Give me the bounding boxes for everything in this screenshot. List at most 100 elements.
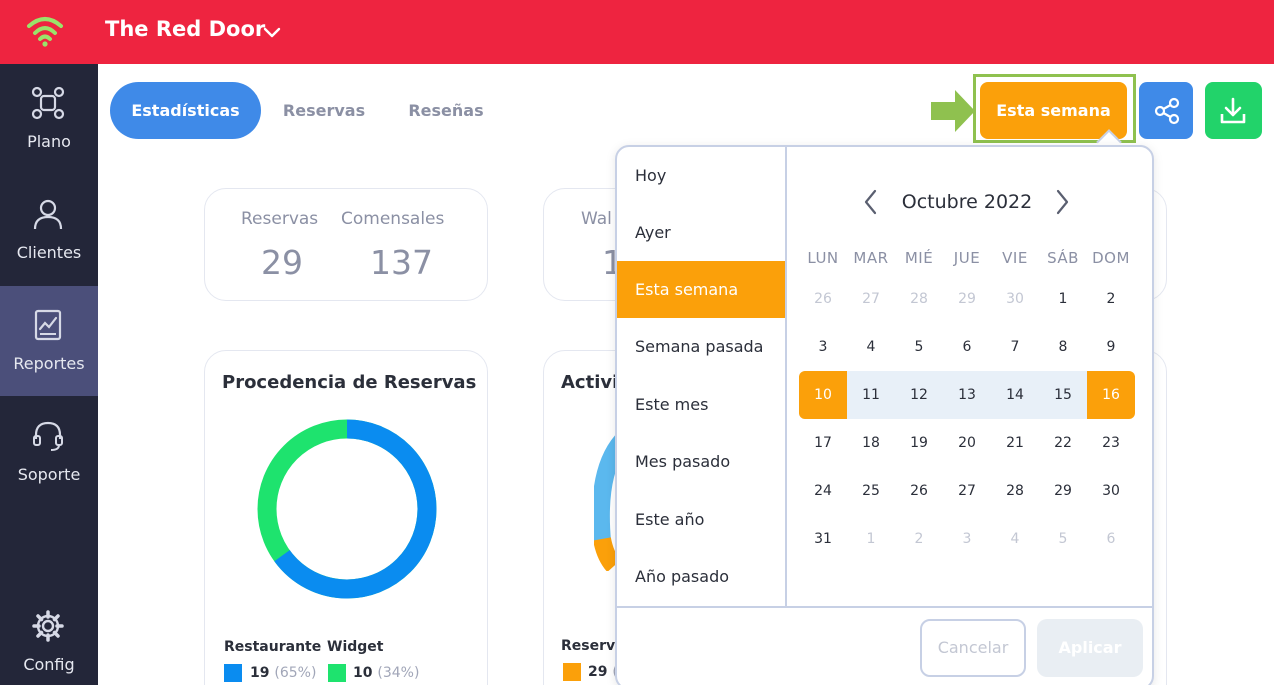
calendar-day: 26 bbox=[814, 291, 832, 307]
reservas-label: Reservas bbox=[241, 209, 319, 229]
calendar-day[interactable]: 27 bbox=[943, 467, 991, 515]
preset-ayer[interactable]: Ayer bbox=[617, 204, 785, 261]
donut-chart bbox=[257, 419, 437, 599]
calendar-day[interactable]: 11 bbox=[847, 371, 895, 419]
calendar-day: 30 bbox=[1006, 291, 1024, 307]
calendar-day[interactable]: 28 bbox=[991, 467, 1039, 515]
sidebar-item-reportes[interactable]: Reportes bbox=[0, 286, 98, 396]
calendar-day[interactable]: 3 bbox=[799, 323, 847, 371]
month-title: Octubre 2022 bbox=[901, 191, 1033, 213]
preset-hoy[interactable]: Hoy bbox=[617, 147, 785, 204]
weekday-label: DOM bbox=[1092, 249, 1130, 267]
calendar-day[interactable]: 25 bbox=[847, 467, 895, 515]
preset-esta-semana[interactable]: Esta semana bbox=[617, 261, 785, 318]
calendar-day[interactable]: 20 bbox=[943, 419, 991, 467]
share-button[interactable] bbox=[1139, 82, 1193, 139]
apply-button[interactable]: Aplicar bbox=[1037, 619, 1143, 677]
legend-value: 19 (65%) bbox=[250, 665, 317, 681]
report-icon bbox=[34, 309, 62, 341]
reservas-value: 29 bbox=[261, 243, 303, 282]
calendar-day[interactable]: 23 bbox=[1087, 419, 1135, 467]
sidebar-item-clientes[interactable]: Clientes bbox=[0, 175, 98, 285]
tab-reservas[interactable]: Reservas bbox=[270, 82, 378, 139]
legend-value: 10 (34%) bbox=[353, 665, 420, 681]
calendar-day[interactable]: 26 bbox=[895, 467, 943, 515]
sidebar-item-label: Reportes bbox=[13, 354, 85, 373]
chevron-down-icon[interactable] bbox=[262, 22, 282, 42]
calendar-day[interactable]: 16 bbox=[1087, 371, 1135, 419]
calendar-day: 3 bbox=[962, 531, 972, 547]
top-bar: The Red Door bbox=[0, 0, 1274, 64]
date-range-button[interactable]: Esta semana bbox=[980, 82, 1127, 139]
preset-este-mes[interactable]: Este mes bbox=[617, 376, 785, 433]
calendar-day: 27 bbox=[862, 291, 880, 307]
tab-resenas[interactable]: Reseñas bbox=[392, 82, 500, 139]
calendar-day[interactable]: 10 bbox=[799, 371, 847, 419]
chevron-right-icon[interactable] bbox=[1052, 189, 1072, 215]
calendar-day[interactable]: 29 bbox=[1039, 467, 1087, 515]
procedencia-card: Procedencia de Reservas Restaurante Widg… bbox=[204, 350, 488, 685]
legend-swatch bbox=[328, 664, 346, 682]
user-icon bbox=[33, 199, 63, 230]
venue-name[interactable]: The Red Door bbox=[105, 17, 265, 41]
calendar-day[interactable]: 8 bbox=[1039, 323, 1087, 371]
calendar-day[interactable]: 17 bbox=[799, 419, 847, 467]
floorplan-icon bbox=[31, 86, 65, 120]
calendar-day[interactable]: 31 bbox=[799, 515, 847, 563]
card-title: Activi bbox=[561, 372, 619, 393]
chevron-left-icon[interactable] bbox=[861, 189, 881, 215]
calendar-day[interactable]: 30 bbox=[1087, 467, 1135, 515]
sidebar-item-label: Clientes bbox=[16, 243, 82, 262]
sidebar: Plano Clientes Reportes Soporte Config bbox=[0, 64, 98, 685]
sidebar-item-soporte[interactable]: Soporte bbox=[0, 397, 98, 507]
calendar-day[interactable]: 9 bbox=[1087, 323, 1135, 371]
calendar-day[interactable]: 13 bbox=[943, 371, 991, 419]
calendar-day[interactable]: 19 bbox=[895, 419, 943, 467]
sidebar-item-label: Soporte bbox=[17, 465, 81, 484]
calendar-day[interactable]: 21 bbox=[991, 419, 1039, 467]
tab-estadisticas[interactable]: Estadísticas bbox=[110, 82, 261, 139]
headset-icon bbox=[33, 421, 63, 451]
date-range-dropdown: Hoy Ayer Esta semana Semana pasada Este … bbox=[615, 145, 1154, 685]
weekday-label: MIÉ bbox=[904, 249, 934, 267]
sidebar-item-plano[interactable]: Plano bbox=[0, 64, 98, 174]
calendar-day[interactable]: 7 bbox=[991, 323, 1039, 371]
calendar-day[interactable]: 5 bbox=[895, 323, 943, 371]
sidebar-item-config[interactable]: Config bbox=[0, 587, 98, 685]
arrow-right-icon bbox=[931, 90, 975, 132]
preset-semana-pasada[interactable]: Semana pasada bbox=[617, 318, 785, 375]
comensales-value: 137 bbox=[370, 243, 433, 282]
calendar-day[interactable]: 12 bbox=[895, 371, 943, 419]
download-icon bbox=[1220, 97, 1246, 124]
legend-swatch bbox=[224, 664, 242, 682]
legend-name: Restaurante bbox=[224, 639, 322, 655]
calendar-day[interactable]: 2 bbox=[1087, 275, 1135, 323]
calendar-day[interactable]: 15 bbox=[1039, 371, 1087, 419]
calendar-day[interactable]: 4 bbox=[847, 323, 895, 371]
calendar-day[interactable]: 24 bbox=[799, 467, 847, 515]
calendar-day: 2 bbox=[914, 531, 924, 547]
calendar-day[interactable]: 22 bbox=[1039, 419, 1087, 467]
gear-icon bbox=[32, 610, 64, 642]
calendar-day[interactable]: 18 bbox=[847, 419, 895, 467]
weekday-label: JUE bbox=[953, 249, 981, 267]
preset-mes-pasado[interactable]: Mes pasado bbox=[617, 433, 785, 490]
legend-swatch bbox=[563, 663, 581, 681]
stats-card: Reservas 29 Comensales 137 bbox=[204, 188, 488, 301]
download-button[interactable] bbox=[1205, 82, 1262, 139]
calendar-day[interactable]: 6 bbox=[943, 323, 991, 371]
calendar-day[interactable]: 1 bbox=[1039, 275, 1087, 323]
calendar-day: 4 bbox=[1010, 531, 1020, 547]
preset-list: Hoy Ayer Esta semana Semana pasada Este … bbox=[617, 147, 787, 607]
calendar-day: 1 bbox=[866, 531, 876, 547]
sidebar-item-label: Config bbox=[23, 655, 75, 674]
calendar-day: 5 bbox=[1058, 531, 1068, 547]
calendar-day: 29 bbox=[958, 291, 976, 307]
preset-ano-pasado[interactable]: Año pasado bbox=[617, 548, 785, 605]
preset-este-ano[interactable]: Este año bbox=[617, 491, 785, 548]
calendar-day[interactable]: 14 bbox=[991, 371, 1039, 419]
weekday-label: SÁB bbox=[1047, 249, 1079, 267]
legend-name: Widget bbox=[327, 639, 384, 655]
card-title: Procedencia de Reservas bbox=[222, 372, 477, 393]
cancel-button[interactable]: Cancelar bbox=[920, 619, 1026, 677]
